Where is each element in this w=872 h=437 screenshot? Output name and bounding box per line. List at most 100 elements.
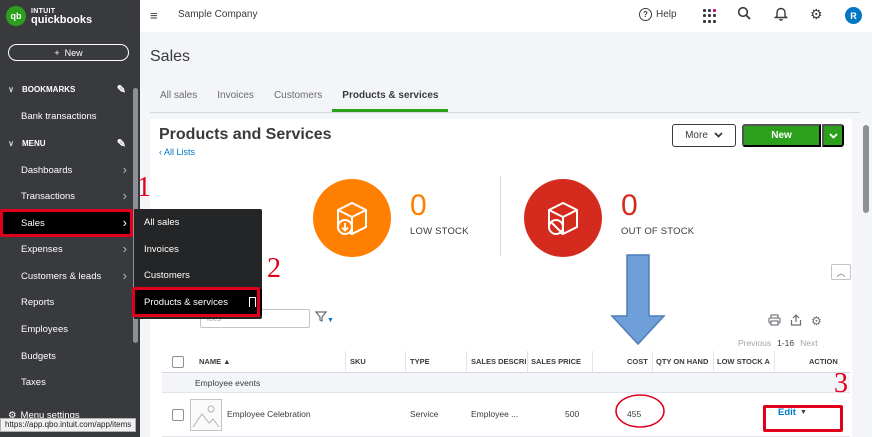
row-checkbox[interactable] [172,409,184,421]
brand-quickbooks-text: quickbooks [31,14,93,26]
sidebar-item-reports[interactable]: Reports [0,289,133,315]
tab-customers[interactable]: Customers [264,87,332,112]
column-header-sales-price[interactable]: SALES PRICE [531,357,581,366]
page-range: 1-16 [777,338,795,348]
flyout-item-customers[interactable]: Customers [134,262,262,288]
row-name: Employee Celebration [227,409,311,419]
question-mark-icon: ? [639,8,652,21]
previous-page-link[interactable]: Previous [738,338,771,348]
sidebar-item-employees[interactable]: Employees [0,316,133,342]
page-title: Sales [150,48,191,65]
main-scrollbar[interactable] [863,125,869,213]
collapse-chevron-up-icon[interactable]: ︿ [831,264,851,280]
tab-all-sales[interactable]: All sales [150,87,207,112]
flyout-item-all-sales[interactable]: All sales [134,209,262,235]
stock-divider [500,176,501,256]
chevron-right-icon: › [122,268,127,283]
tab-products-services[interactable]: Products & services [332,87,449,112]
column-header-name[interactable]: NAME ▲ [199,357,231,366]
new-item-button[interactable]: New [742,124,821,147]
out-of-stock-label: OUT OF STOCK [621,226,695,237]
help-label: Help [656,9,677,20]
sidebar-item-label: Taxes [21,376,46,388]
tabs-divider [150,112,860,113]
annotation-box-products-services [132,287,260,317]
flyout-item-label: All sales [144,216,180,228]
out-of-stock-count: 0 [621,189,638,222]
table-group-row: Employee events [162,373,850,393]
sidebar-item-label: Dashboards [21,164,73,176]
pagination: Previous 1-16 Next [738,338,818,348]
column-header-sales-description[interactable]: SALES DESCRI [471,357,526,366]
chevron-down-icon [828,132,838,139]
status-bar-url: https://app.qbo.intuit.com/app/items [0,418,137,432]
bell-icon[interactable] [773,6,789,24]
new-item-dropdown-button[interactable] [822,124,844,147]
annotation-number-3: 3 [834,368,848,399]
sidebar-item-transactions[interactable]: Transactions › [0,183,133,209]
top-bar: ≡ Sample Company ? Help ⚙ R [140,0,872,32]
out-of-stock-box-icon[interactable] [524,179,602,257]
column-header-action: ACTION [809,357,838,366]
edit-bookmarks-pencil-icon[interactable]: ✎ [117,83,126,96]
help-button[interactable]: ? Help [639,8,677,21]
all-lists-link[interactable]: ‹ All Lists [159,147,195,157]
sidebar-item-customers-leads[interactable]: Customers & leads › [0,263,133,289]
annotation-down-arrow [610,254,666,346]
sidebar-item-budgets[interactable]: Budgets [0,343,133,369]
sidebar-item-taxes[interactable]: Taxes [0,369,133,395]
sidebar-item-label: Transactions [21,190,76,202]
chevron-right-icon: › [122,241,127,256]
menu-label: MENU [22,138,46,148]
sidebar-item-label: Budgets [21,350,56,362]
sidebar-item-bank-transactions[interactable]: Bank transactions [0,103,133,129]
filter-icon[interactable]: ▼ [314,311,334,325]
column-header-cost[interactable]: COST [627,357,648,366]
table-tools: ⚙ [768,314,822,329]
chevron-down-icon: ∨ [8,138,14,148]
sidebar-item-label: Customers & leads [21,270,102,282]
row-sales-description: Employee ... [471,409,519,419]
sidebar-item-label: Bank transactions [21,110,97,122]
low-stock-box-icon[interactable] [313,179,391,257]
more-dropdown-button[interactable]: More [672,124,736,147]
chevron-down-icon: ∨ [8,84,14,94]
tab-invoices[interactable]: Invoices [207,87,264,112]
settings-gear-icon[interactable]: ⚙ [810,6,823,23]
export-icon[interactable] [790,314,802,329]
table-settings-gear-icon[interactable]: ⚙ [811,314,822,329]
avatar[interactable]: R [845,7,862,24]
new-button[interactable]: + New [8,44,129,61]
low-stock-count: 0 [410,189,427,222]
column-header-qty-on-hand[interactable]: QTY ON HAND [656,357,708,366]
annotation-number-2: 2 [267,253,281,284]
bookmarks-label: BOOKMARKS [22,84,76,94]
qb-logo-icon: qb [6,6,26,26]
print-icon[interactable] [768,314,781,329]
sidebar-item-label: Expenses [21,243,63,255]
flyout-item-invoices[interactable]: Invoices [134,236,262,262]
next-page-link[interactable]: Next [800,338,817,348]
plus-icon: + [54,47,60,58]
select-all-checkbox[interactable] [172,356,184,368]
app-grid-icon[interactable] [703,9,717,23]
new-button-label: New [64,47,83,58]
search-icon[interactable] [737,6,751,23]
card-title: Products and Services [159,126,332,143]
hamburger-menu-icon[interactable]: ≡ [150,8,158,23]
column-header-type[interactable]: TYPE [410,357,430,366]
quickbooks-logo[interactable]: qb INTUIT quickbooks [6,6,92,26]
column-header-low-stock-alert[interactable]: LOW STOCK A [717,357,770,366]
more-label: More [685,130,708,141]
menu-header[interactable]: ∨ MENU ✎ [0,134,140,152]
table-header: NAME ▲ SKU TYPE SALES DESCRI SALES PRICE… [162,351,850,373]
sidebar-item-expenses[interactable]: Expenses › [0,236,133,262]
edit-menu-pencil-icon[interactable]: ✎ [117,137,126,150]
low-stock-label: LOW STOCK [410,226,469,237]
column-header-sku[interactable]: SKU [350,357,366,366]
table-row[interactable]: Employee Celebration Service Employee ..… [162,393,850,437]
sidebar-item-dashboards[interactable]: Dashboards › [0,157,133,183]
sidebar-item-label: Employees [21,323,68,335]
annotation-number-1: 1 [137,172,151,203]
bookmarks-header[interactable]: ∨ BOOKMARKS ✎ [0,80,140,98]
